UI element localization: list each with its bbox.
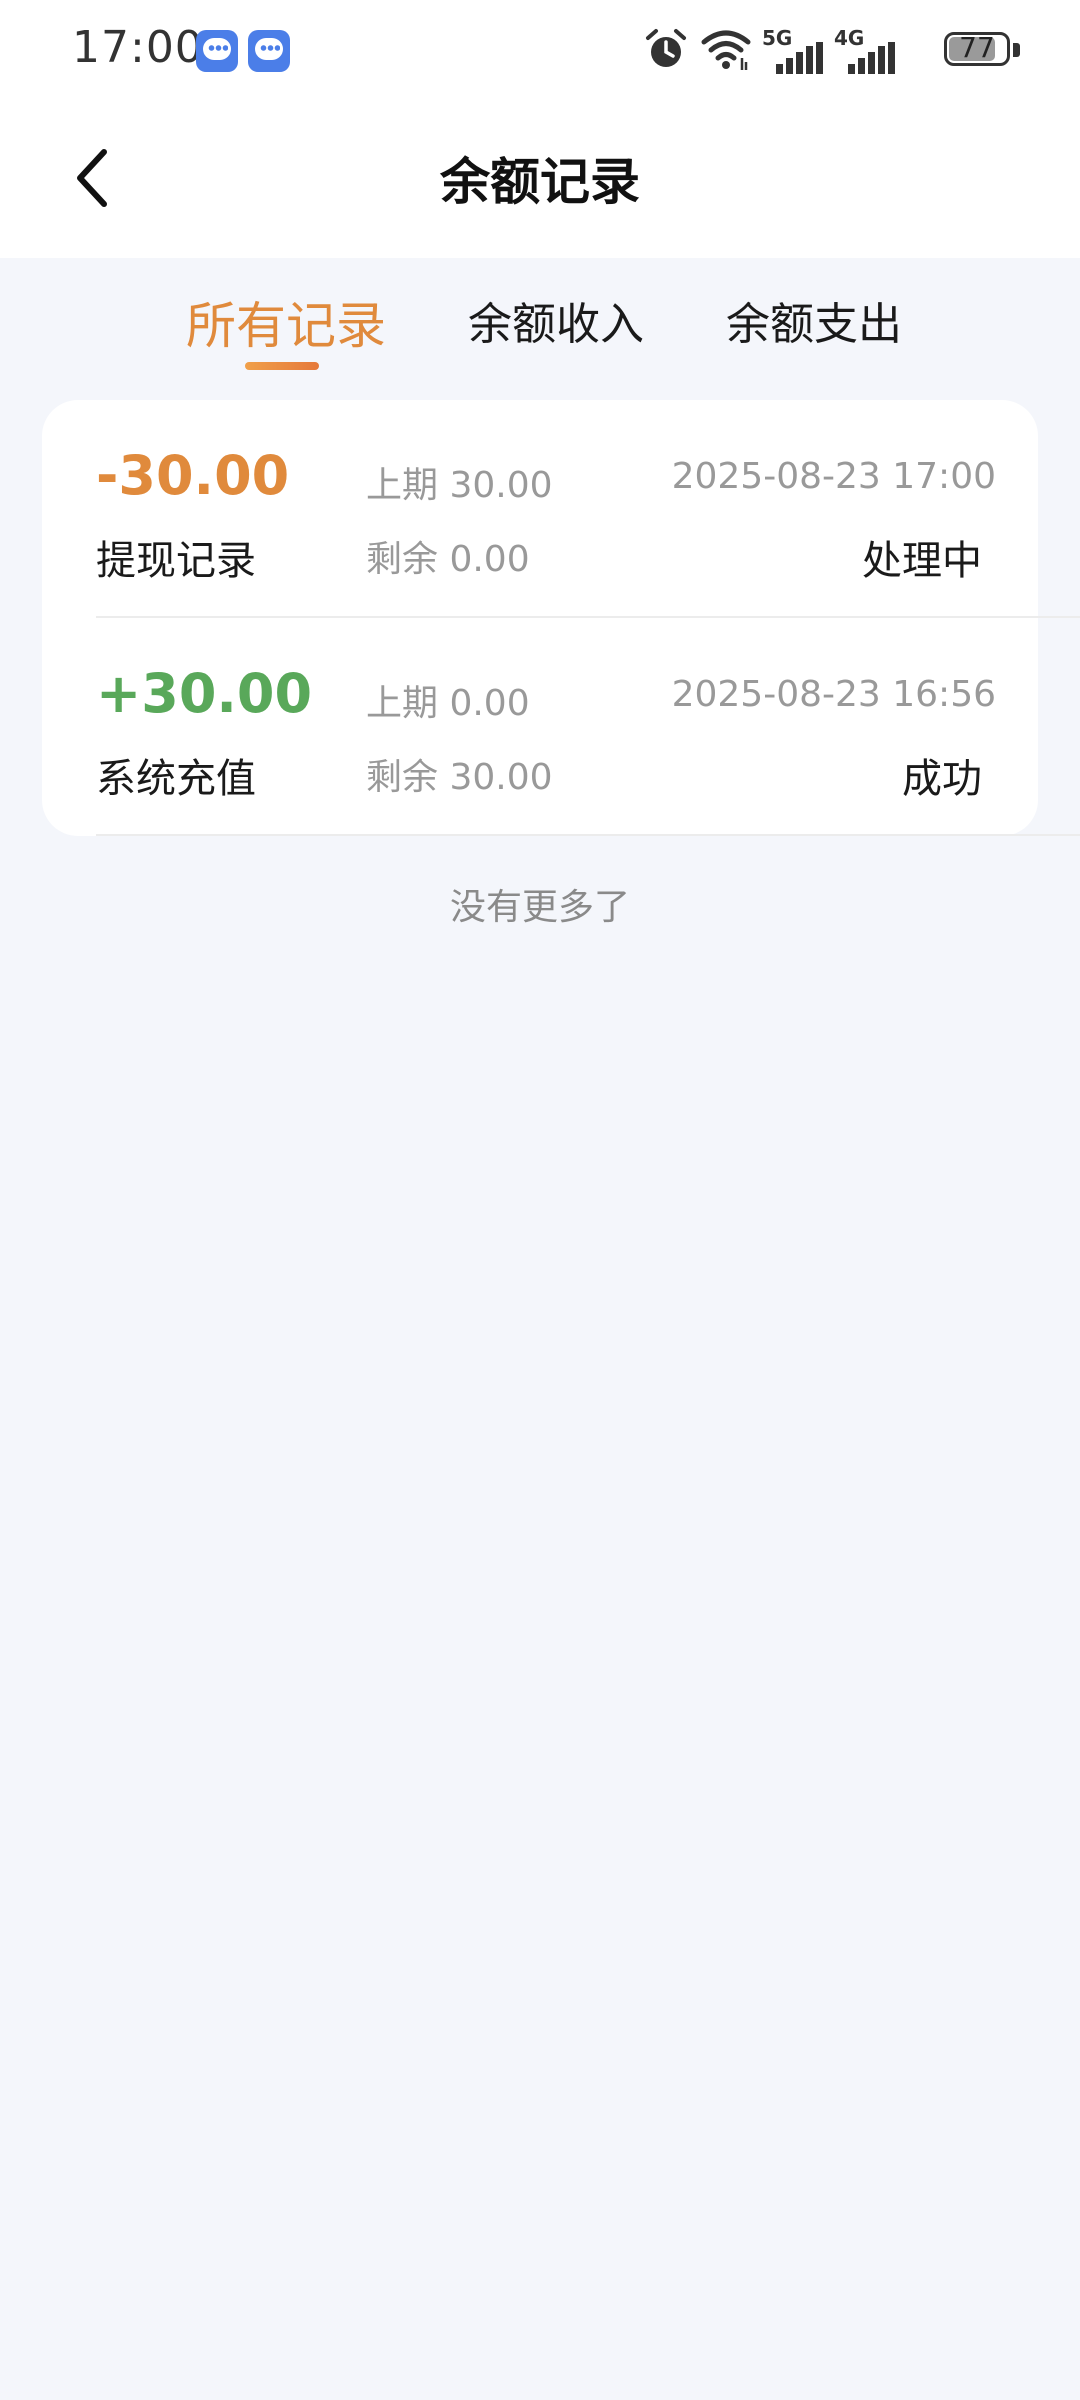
- battery-icon: 77: [944, 31, 1010, 66]
- status-icons: 5G 4G 77: [644, 26, 1024, 76]
- message-notification-icon: [248, 30, 290, 72]
- previous-balance: 上期 30.00: [366, 465, 553, 506]
- active-tab-indicator: [245, 362, 319, 370]
- signal-4g-icon: 4G: [834, 26, 896, 76]
- nav-bar: 余额记录: [0, 104, 1080, 258]
- record-timestamp: 2025-08-23 16:56: [671, 674, 996, 715]
- page-title: 余额记录: [440, 153, 640, 211]
- wifi-icon: [701, 30, 751, 70]
- alarm-icon: [646, 29, 686, 67]
- status-bar: 17:00 5G 4G 77: [0, 0, 1080, 104]
- record-item[interactable]: +30.00 系统充值 上期 0.00 剩余 30.00 2025-08-23 …: [42, 618, 1080, 836]
- record-amount: -30.00: [96, 444, 290, 507]
- divider: [96, 834, 1080, 836]
- signal-5g-icon: 5G: [762, 26, 824, 76]
- record-type: 提现记录: [96, 538, 256, 584]
- record-status: 成功: [902, 756, 982, 802]
- remaining-balance: 剩余 0.00: [366, 539, 530, 580]
- record-type: 系统充值: [96, 756, 256, 802]
- remaining-balance: 剩余 30.00: [366, 757, 553, 798]
- tab-balance-expense[interactable]: 余额支出: [726, 288, 902, 352]
- message-notification-icon: [196, 30, 238, 72]
- record-status: 处理中: [862, 538, 982, 584]
- tab-all-records[interactable]: 所有记录: [186, 286, 386, 358]
- record-timestamp: 2025-08-23 17:00: [671, 456, 996, 497]
- record-item[interactable]: -30.00 提现记录 上期 30.00 剩余 0.00 2025-08-23 …: [42, 400, 1080, 618]
- status-time: 17:00: [72, 22, 204, 73]
- tab-balance-income[interactable]: 余额收入: [468, 288, 644, 352]
- record-amount: +30.00: [96, 662, 313, 725]
- end-of-list-text: 没有更多了: [449, 887, 630, 928]
- records-card: -30.00 提现记录 上期 30.00 剩余 0.00 2025-08-23 …: [42, 400, 1080, 836]
- record-tabs: 所有记录 余额收入 余额支出: [0, 258, 1080, 378]
- previous-balance: 上期 0.00: [366, 683, 530, 724]
